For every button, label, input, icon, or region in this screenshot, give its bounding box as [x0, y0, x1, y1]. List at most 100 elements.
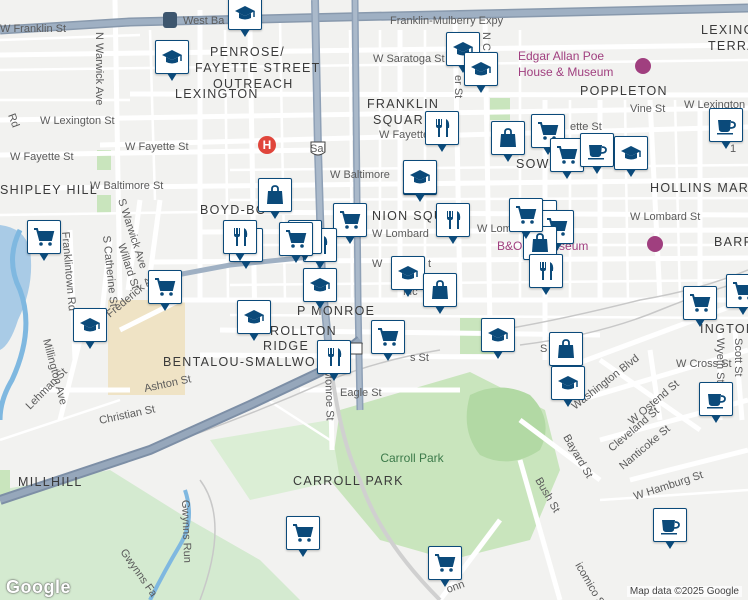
- coffee-cup-icon: [588, 145, 607, 160]
- neighborhood-hollins-market: HOLLINS MARKET: [650, 181, 748, 195]
- park-carroll-park[interactable]: Carroll Park: [380, 451, 444, 465]
- street-w-pratt: W: [372, 258, 383, 270]
- map-marker-school[interactable]: [403, 160, 437, 204]
- street-wyeth: Wyeth St: [714, 338, 726, 383]
- hospital-icon[interactable]: H: [258, 136, 276, 154]
- neighborhood-millhill: MILLHILL: [18, 475, 83, 489]
- shopping-bag-icon: [432, 280, 448, 299]
- map-canvas[interactable]: Sal PENROSE/ FAYETTE STREET OUTREACH LEX…: [0, 0, 748, 600]
- neighborhood-lexington: LEXINGTON: [175, 87, 259, 101]
- route-1-label: Sal: [310, 143, 326, 155]
- street-vine: Vine St: [630, 103, 665, 115]
- street-ss-st: s St: [410, 352, 429, 364]
- google-logo: Google: [6, 577, 71, 597]
- neighborhood-franklin: FRANKLIN: [367, 97, 439, 111]
- neighborhood-carrollton: ROLLTON: [270, 324, 337, 338]
- map-marker-grocery[interactable]: [550, 138, 584, 182]
- shopping-bag-icon: [267, 185, 283, 204]
- shopping-cart-icon: [293, 524, 314, 542]
- shopping-bag-icon: [500, 128, 516, 147]
- graduation-cap-icon: [621, 146, 641, 160]
- graduation-cap-icon: [558, 376, 578, 390]
- map-marker-grocery[interactable]: [371, 320, 405, 364]
- transit-station-icon: [163, 12, 177, 28]
- street-eagle: Eagle St: [340, 387, 382, 399]
- map-attribution[interactable]: Map data ©2025 Google: [626, 586, 742, 597]
- map-marker-school[interactable]: [481, 318, 515, 362]
- street-w-pratt-end: t: [428, 258, 431, 270]
- neighborhood-poppleton: POPPLETON: [580, 84, 668, 98]
- map-marker-restaurant[interactable]: [425, 111, 459, 155]
- neighborhood-carroll-park: CARROLL PARK: [293, 474, 404, 488]
- map-marker-school[interactable]: [73, 308, 107, 352]
- map-marker-school[interactable]: [228, 0, 262, 40]
- shopping-cart-icon: [557, 146, 578, 164]
- map-marker-grocery[interactable]: [428, 546, 462, 590]
- shopping-cart-icon: [34, 228, 55, 246]
- street-w-fayette-mid: W Fayette: [379, 129, 429, 141]
- street-w-saratoga: W Saratoga St: [373, 53, 445, 65]
- neighborhood-barre: BARR: [714, 235, 748, 249]
- neighborhood-union-square: NION SQU: [372, 209, 444, 223]
- street-west-baltimore-top: West Ba: [183, 15, 225, 27]
- map-marker-school[interactable]: [155, 40, 189, 84]
- map-marker-shopping[interactable]: [423, 273, 457, 317]
- map-marker-cafe[interactable]: [709, 108, 743, 152]
- map-marker-restaurant[interactable]: [436, 203, 470, 247]
- shopping-bag-icon: [558, 339, 574, 358]
- graduation-cap-icon: [488, 328, 508, 342]
- neighborhood-fayette-street: FAYETTE STREET: [195, 61, 321, 75]
- shopping-cart-icon: [286, 230, 307, 248]
- map-marker-school[interactable]: [237, 300, 271, 344]
- shopping-cart-icon: [155, 278, 176, 296]
- map-marker-school[interactable]: [303, 268, 337, 312]
- street-w-baltimore: W Baltimore St: [90, 180, 163, 192]
- shopping-cart-icon: [378, 328, 399, 346]
- street-w-lombard-right: W Lombard St: [630, 211, 700, 223]
- coffee-cup-icon: [707, 394, 726, 409]
- street-franklin-mulberry-expy: Franklin-Mulberry Expy: [390, 15, 504, 27]
- street-w-fayette: W Fayette St: [125, 141, 189, 153]
- museum-icon: [635, 58, 651, 74]
- graduation-cap-icon: [80, 318, 100, 332]
- street-w-lombard-mid: W Lombard: [372, 228, 429, 240]
- map-marker-school[interactable]: [614, 136, 648, 180]
- map-marker-school[interactable]: [464, 52, 498, 96]
- street-scott: Scott St: [732, 338, 744, 377]
- map-marker-grocery[interactable]: [726, 274, 748, 318]
- street-ette-st: ette St: [570, 121, 602, 133]
- poi-poe-house-line1[interactable]: Edgar Allan Poe: [518, 49, 604, 63]
- neighborhood-penrose: PENROSE/: [210, 45, 285, 59]
- map-marker-grocery[interactable]: [286, 516, 320, 560]
- graduation-cap-icon: [244, 310, 264, 324]
- map-marker-grocery[interactable]: [509, 198, 543, 242]
- fork-knife-icon: [447, 211, 461, 229]
- neighborhood-boyd-booth: BOYD-BO: [200, 203, 267, 217]
- street-w-baltimore-mid: W Baltimore: [330, 169, 390, 181]
- map-marker-grocery[interactable]: [27, 220, 61, 264]
- neighborhood-lexington-terrace: LEXING: [701, 23, 748, 37]
- street-er-st: er St: [452, 75, 464, 98]
- map-marker-grocery[interactable]: [148, 270, 182, 314]
- poi-poe-house-line2[interactable]: House & Museum: [518, 65, 613, 79]
- fork-knife-icon: [436, 119, 450, 137]
- map-marker-shopping[interactable]: [491, 121, 525, 165]
- map-marker-grocery[interactable]: [279, 222, 313, 266]
- map-marker-school[interactable]: [551, 366, 585, 410]
- street-s: S: [540, 343, 547, 355]
- shopping-cart-icon: [340, 211, 361, 229]
- map-marker-restaurant[interactable]: [223, 220, 257, 264]
- map-marker-shopping[interactable]: [258, 178, 292, 222]
- map-marker-restaurant[interactable]: [317, 340, 351, 384]
- fork-knife-icon: [540, 262, 554, 280]
- map-marker-cafe[interactable]: [580, 133, 614, 177]
- street-gwynns-run: Gwynns Run: [179, 500, 193, 563]
- map-marker-cafe[interactable]: [699, 382, 733, 426]
- map-marker-grocery[interactable]: [683, 286, 717, 330]
- map-marker-cafe[interactable]: [653, 508, 687, 552]
- map-marker-restaurant[interactable]: [529, 254, 563, 298]
- street-n-warwick: N Warwick Ave: [93, 32, 105, 105]
- map-marker-school[interactable]: [391, 256, 425, 300]
- shopping-cart-icon: [435, 554, 456, 572]
- map-marker-grocery[interactable]: [333, 203, 367, 247]
